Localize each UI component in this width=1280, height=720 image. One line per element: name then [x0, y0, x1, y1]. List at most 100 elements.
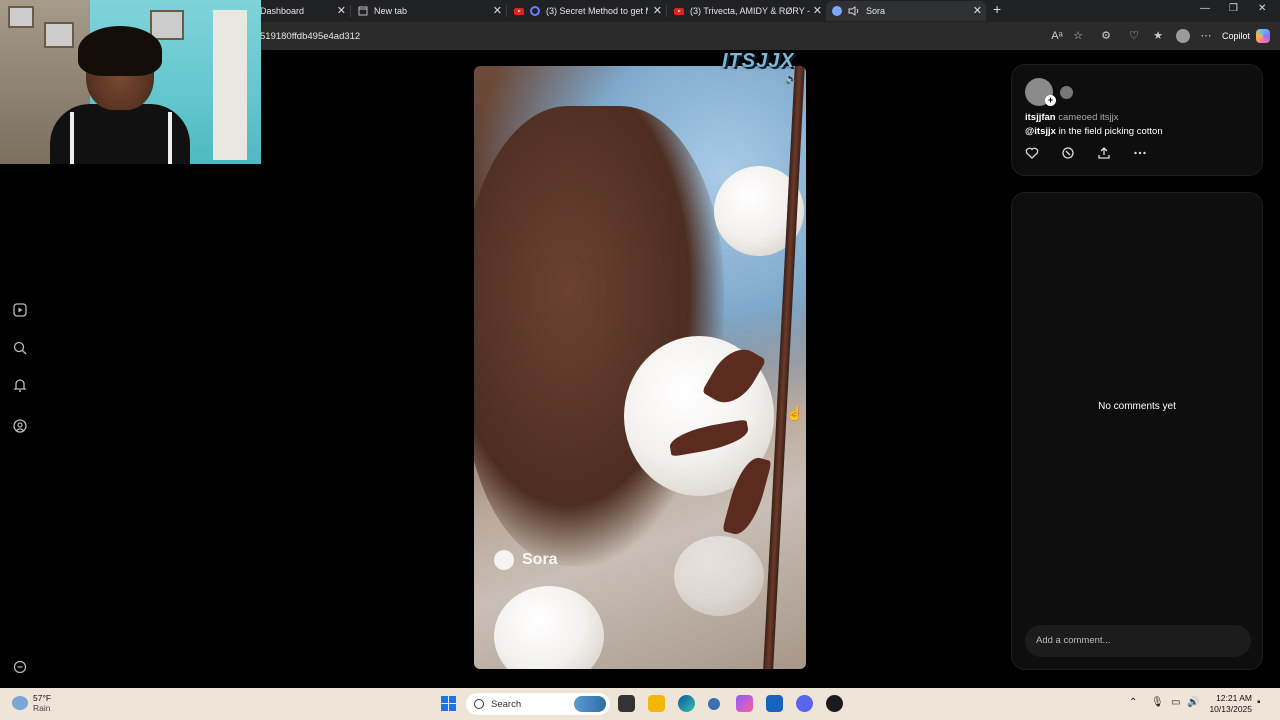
jacket-stripe [168, 112, 172, 164]
more-menu-icon[interactable]: ⋯ [1200, 30, 1212, 42]
weather-widget[interactable]: 57°F Rain [12, 693, 51, 713]
youtube-icon [674, 7, 684, 15]
favorite-star-icon[interactable]: ☆ [1072, 30, 1084, 42]
remix-icon[interactable] [1061, 146, 1075, 160]
person-hair [78, 26, 162, 76]
tab-new-tab[interactable]: New tab ✕ [352, 1, 506, 21]
cotton-stem [763, 66, 805, 669]
favorites-icon[interactable]: ★ [1152, 30, 1164, 42]
bell-icon[interactable] [12, 377, 28, 393]
search-highlight-icon [574, 696, 606, 712]
caption-handle[interactable]: @itsjjx [1025, 126, 1056, 137]
store-icon[interactable] [766, 695, 783, 712]
door [213, 10, 247, 160]
file-explorer-icon[interactable] [648, 695, 665, 712]
tab-youtube-trivecta[interactable]: (3) Trivecta, AMIDY & RØRY - Rip ✕ [668, 1, 826, 21]
read-aloud-icon[interactable]: Aᵃ [1051, 30, 1063, 42]
close-icon[interactable]: ✕ [973, 4, 982, 17]
network-icon[interactable]: ▭ [1171, 697, 1180, 708]
video-player[interactable]: Sora [474, 66, 806, 669]
tab-title: Sora [866, 6, 886, 16]
game-icon[interactable] [826, 695, 843, 712]
itsjjx-watermark: ITSJJX [722, 50, 795, 72]
search-placeholder: Search [491, 698, 522, 710]
tab-title: (3) Secret Method to get MC [546, 6, 648, 16]
chevron-up-icon[interactable]: ⌃ [1129, 697, 1137, 708]
sora-logo-icon [494, 550, 514, 570]
tab-dashboard[interactable]: Dashboard ✕ [254, 1, 350, 21]
task-view-icon[interactable] [618, 695, 635, 712]
cotton-boll [494, 586, 604, 669]
tab-youtube-secret-method[interactable]: (3) Secret Method to get MC ✕ [508, 1, 666, 21]
start-button[interactable] [441, 696, 456, 711]
speaker-icon[interactable] [848, 6, 860, 16]
tab-sora[interactable]: Sora ✕ [826, 1, 986, 21]
app-icon[interactable] [708, 698, 720, 710]
profile-icon[interactable] [1176, 29, 1190, 43]
picture-frame [150, 10, 184, 40]
picture-frame [44, 22, 74, 48]
tab-title: New tab [374, 6, 408, 16]
youtube-icon [514, 7, 524, 15]
share-icon[interactable] [1097, 146, 1111, 160]
no-comments-text: No comments yet [1098, 401, 1176, 412]
like-heart-icon[interactable] [1025, 146, 1039, 160]
page-icon [358, 6, 368, 16]
tab-title: (3) Trivecta, AMIDY & RØRY - Rip [690, 6, 812, 16]
cameo-line: itsjjfan cameoed itsjjx [1025, 112, 1118, 123]
sora-watermark: Sora [494, 550, 558, 570]
windows-taskbar: 57°F Rain Search ⌃ 🎙 ▭ 🔊 12:21 AM 10/13/… [0, 688, 1280, 720]
edge-icon[interactable] [678, 695, 695, 712]
extensions-icon[interactable]: ⚙ [1100, 30, 1112, 42]
photos-icon[interactable] [736, 695, 753, 712]
sora-tab-icon [832, 6, 842, 16]
volume-icon[interactable]: 🔊 [1187, 697, 1199, 708]
collapse-icon[interactable] [12, 659, 28, 675]
taskbar-search[interactable]: Search [466, 693, 610, 715]
copilot-icon [1256, 29, 1270, 43]
comment-input[interactable]: Add a comment... [1025, 625, 1251, 657]
play-icon[interactable] [12, 302, 28, 318]
search-icon[interactable] [12, 340, 28, 356]
more-options-icon[interactable] [1133, 146, 1147, 160]
clock[interactable]: 12:21 AM 10/13/2025 [1209, 693, 1252, 715]
caption-line: @itsjjx in the field picking cotton [1025, 126, 1163, 137]
speaker-icon[interactable]: 🔈 [785, 74, 797, 86]
close-window-button[interactable]: ✕ [1258, 3, 1266, 14]
screen: Dashboard ✕ New tab ✕ (3) Secret Method … [0, 0, 1280, 720]
caption-text: in the field picking cotton [1058, 126, 1163, 137]
address-bar-url[interactable]: 519180ffdb495e4ad312 [260, 31, 360, 42]
browser-essentials-icon[interactable]: ♡ [1128, 30, 1140, 42]
webcam-overlay [0, 0, 261, 164]
notification-icon[interactable]: ▪ [1257, 697, 1261, 708]
microphone-icon[interactable]: 🎙 [1151, 697, 1164, 708]
close-icon[interactable]: ✕ [653, 4, 662, 17]
jacket-stripe [70, 112, 74, 164]
minimize-button[interactable]: — [1200, 3, 1210, 14]
copilot-button[interactable]: Copilot [1218, 27, 1274, 45]
comments-panel: No comments yet Add a comment... [1011, 192, 1263, 670]
rain-cloud-icon [12, 696, 28, 710]
new-tab-button[interactable]: + [993, 1, 1001, 17]
clock-time: 12:21 AM [1216, 693, 1252, 703]
profile-icon[interactable] [12, 418, 28, 434]
close-icon[interactable]: ✕ [813, 4, 822, 17]
hand-cursor-icon: ☝ [786, 405, 804, 421]
follow-plus-icon[interactable]: + [1045, 95, 1056, 106]
weather-temp: 57°F [33, 693, 52, 703]
clock-date: 10/13/2025 [1209, 704, 1252, 714]
discord-icon[interactable] [796, 695, 813, 712]
restore-button[interactable]: ❐ [1229, 3, 1238, 14]
close-icon[interactable]: ✕ [337, 4, 346, 17]
sora-brand-label: Sora [522, 551, 558, 568]
cotton-boll [674, 536, 764, 616]
picture-frame [8, 6, 34, 28]
copilot-label: Copilot [1221, 31, 1250, 41]
tab-title: Dashboard [260, 6, 305, 16]
cameo-text: cameoed itsjjx [1058, 112, 1119, 123]
close-icon[interactable]: ✕ [493, 4, 502, 17]
search-icon [474, 699, 484, 709]
cameo-avatar[interactable] [1060, 86, 1073, 99]
cameo-username[interactable]: itsjjfan [1025, 112, 1056, 123]
record-icon [530, 6, 540, 16]
